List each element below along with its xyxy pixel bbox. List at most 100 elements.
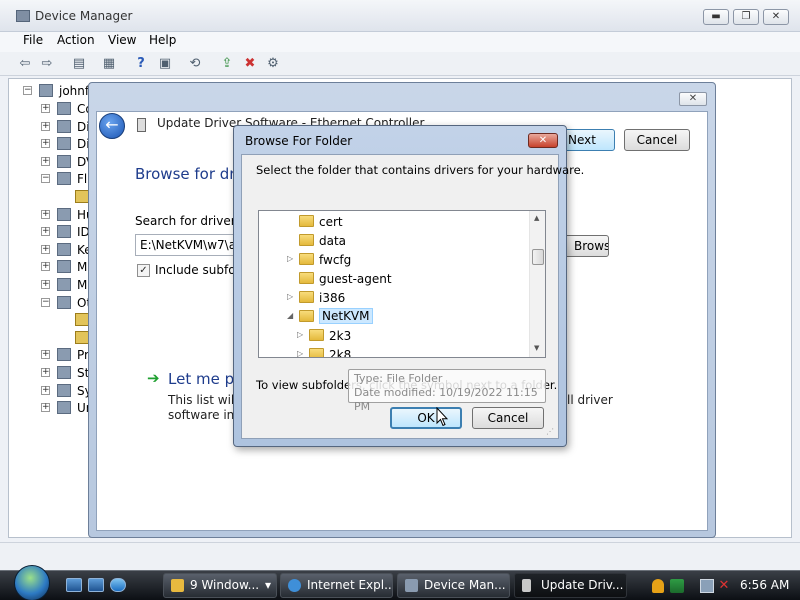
expand-icon[interactable]: + xyxy=(41,350,50,360)
scrollbar-thumb[interactable] xyxy=(532,249,544,265)
folder-name: i386 xyxy=(319,291,346,305)
enable-device-icon[interactable]: ⚙ xyxy=(264,55,282,73)
expand-icon[interactable]: + xyxy=(41,403,50,413)
expand-icon[interactable]: + xyxy=(41,262,50,272)
back-arrow-icon[interactable]: ← xyxy=(99,113,125,139)
wizard-close-button[interactable]: ✕ xyxy=(679,92,707,106)
device-manager-icon xyxy=(405,579,418,592)
taskbar-internet-explorer[interactable]: Internet Expl... xyxy=(280,573,393,598)
expand-icon[interactable]: + xyxy=(41,244,50,254)
expand-twisty-icon[interactable]: ▷ xyxy=(297,330,303,339)
folder-icon xyxy=(299,272,314,284)
minimize-button[interactable]: ▬ xyxy=(703,9,729,25)
folder-row[interactable]: ◢ NetKVM xyxy=(259,308,529,327)
device-category-icon xyxy=(57,119,71,133)
expand-twisty-icon[interactable]: ▷ xyxy=(287,292,293,301)
expand-icon[interactable]: + xyxy=(41,368,50,377)
device-manager-icon xyxy=(16,10,30,22)
mouse-cursor-icon xyxy=(436,407,448,427)
security-shield-icon[interactable] xyxy=(652,579,664,593)
dialog-title: Browse For Folder xyxy=(245,134,353,148)
taskbar-button-label: 9 Window... xyxy=(190,578,260,592)
status-bar xyxy=(0,542,800,570)
properties-icon[interactable]: ▦ xyxy=(100,55,118,73)
expand-icon[interactable]: + xyxy=(41,156,50,166)
clock[interactable]: 6:56 AM xyxy=(740,578,789,592)
dialog-body: Select the folder that contains drivers … xyxy=(241,154,584,439)
taskbar-button-label: Update Driv... xyxy=(541,578,624,592)
expand-icon[interactable]: + xyxy=(41,280,50,289)
start-button[interactable] xyxy=(10,565,50,600)
view-icon[interactable]: ▣ xyxy=(156,55,174,73)
folder-name: NetKVM xyxy=(319,308,373,324)
dialog-close-button[interactable]: ✕ xyxy=(528,133,558,148)
scroll-up-icon[interactable]: ▲ xyxy=(534,214,539,222)
folder-row[interactable]: data xyxy=(259,232,529,251)
update-driver-icon[interactable]: ⇪ xyxy=(218,55,236,73)
console-tree-icon[interactable]: ▤ xyxy=(70,55,88,73)
tree-item-label: M xyxy=(77,278,88,292)
internet-explorer-icon xyxy=(288,579,301,592)
folder-name: 2k3 xyxy=(329,329,352,343)
let-me-pick-link[interactable]: Let me pi xyxy=(168,370,238,388)
folder-row[interactable]: ▷ 2k3 xyxy=(259,327,529,346)
uninstall-icon[interactable]: ✖ xyxy=(241,55,259,73)
include-subfolders-checkbox[interactable]: ✓ xyxy=(137,264,150,277)
menu-help[interactable]: Help xyxy=(148,33,177,47)
expand-icon[interactable]: + xyxy=(41,227,50,237)
taskbar-device-manager[interactable]: Device Man... xyxy=(397,573,510,598)
expand-icon[interactable]: + xyxy=(41,209,50,219)
scroll-down-icon[interactable]: ▼ xyxy=(534,344,539,352)
collapse-icon[interactable]: − xyxy=(41,174,50,184)
expand-icon[interactable]: + xyxy=(41,104,50,113)
taskbar-button-label: Internet Expl... xyxy=(307,578,393,592)
device-category-icon xyxy=(57,242,71,256)
dialog-cancel-button[interactable]: Cancel xyxy=(472,407,544,429)
vertical-scrollbar[interactable]: ▲ ▼ xyxy=(529,211,545,357)
expand-icon[interactable]: + xyxy=(41,385,50,395)
back-arrow-icon[interactable]: ⇦ xyxy=(16,55,34,73)
collapse-icon[interactable]: − xyxy=(41,297,50,307)
expand-twisty-icon[interactable]: ▷ xyxy=(297,349,303,357)
folder-row[interactable]: cert xyxy=(259,213,529,232)
resize-grip-icon[interactable]: ⋰ xyxy=(546,427,556,437)
expand-twisty-icon[interactable]: ◢ xyxy=(287,311,293,320)
expand-twisty-icon[interactable]: ▷ xyxy=(287,254,293,263)
folder-name: 2k8 xyxy=(329,348,352,358)
tooltip-type: Type: File Folder xyxy=(354,372,443,385)
help-icon[interactable]: ? xyxy=(132,55,150,73)
collapse-icon[interactable]: − xyxy=(23,86,32,95)
menu-file[interactable]: File xyxy=(22,33,44,47)
folder-row[interactable]: ▷ i386 xyxy=(259,289,529,308)
network-icon[interactable] xyxy=(700,579,714,593)
scan-hardware-icon[interactable]: ⟲ xyxy=(186,55,204,73)
folder-row[interactable]: ▷ 2k8 xyxy=(259,346,529,358)
ok-button[interactable]: OK xyxy=(390,407,462,429)
tree-item-label: M xyxy=(77,260,88,275)
folder-row[interactable]: guest-agent xyxy=(259,270,529,289)
folder-icon xyxy=(309,348,324,357)
internet-explorer-icon[interactable] xyxy=(110,578,126,592)
menu-view[interactable]: View xyxy=(107,33,137,47)
expand-icon[interactable]: + xyxy=(41,121,50,131)
switch-windows-icon[interactable] xyxy=(88,578,104,592)
tray-app-icon[interactable] xyxy=(670,579,684,593)
folder-row[interactable]: ▷ fwcfg xyxy=(259,251,529,270)
forward-arrow-icon[interactable]: ⇨ xyxy=(38,55,56,73)
menu-action[interactable]: Action xyxy=(56,33,96,47)
wizard-cancel-button[interactable]: Cancel xyxy=(624,129,690,151)
close-button[interactable]: ✕ xyxy=(763,9,789,25)
windows-orb-icon[interactable] xyxy=(14,565,50,600)
device-category-icon xyxy=(57,225,71,239)
volume-muted-icon[interactable]: ✕ xyxy=(717,579,731,593)
menu-bar: File Action View Help xyxy=(0,32,800,52)
taskbar-explorer-group[interactable]: 9 Window... ▾ xyxy=(163,573,277,598)
folder-name: guest-agent xyxy=(319,272,392,286)
title-bar: Device Manager ▬ ❐ ✕ xyxy=(0,0,800,32)
expand-icon[interactable]: + xyxy=(41,139,50,149)
show-desktop-icon[interactable] xyxy=(66,578,82,592)
device-icon xyxy=(522,579,531,592)
maximize-button[interactable]: ❐ xyxy=(733,9,759,25)
taskbar-update-driver[interactable]: Update Driv... xyxy=(514,573,627,598)
driver-path-input[interactable]: E:\NetKVM\w7\ar xyxy=(135,234,245,256)
